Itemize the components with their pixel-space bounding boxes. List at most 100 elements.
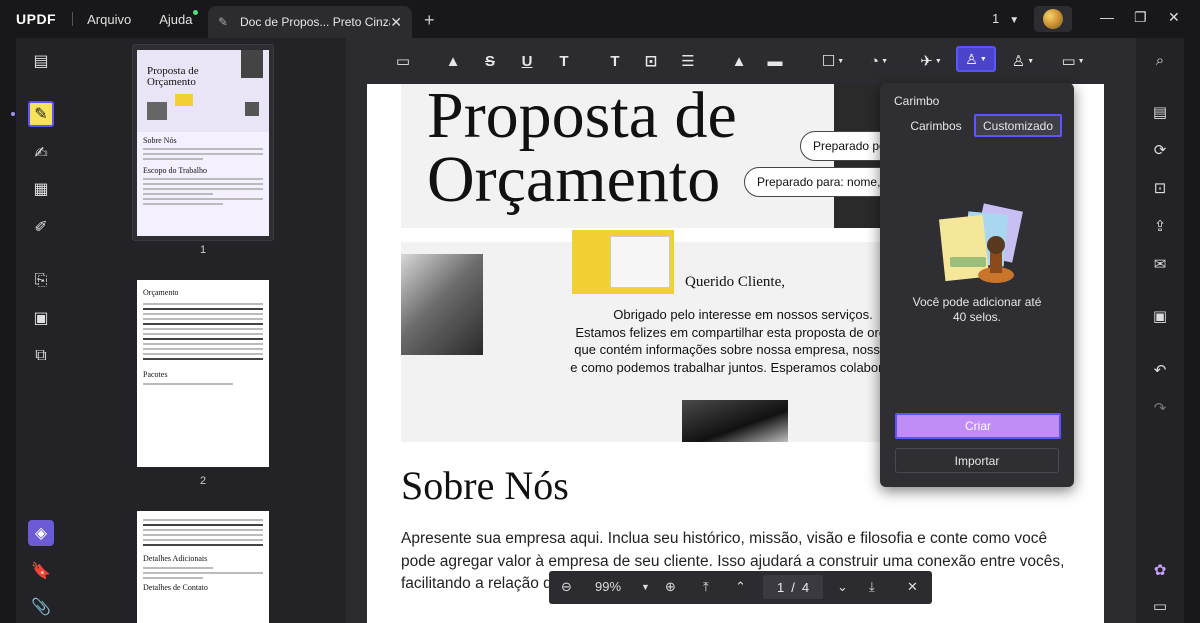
layers-icon[interactable]: ◈ <box>28 520 54 546</box>
last-page-icon[interactable]: ⤓ <box>869 579 875 595</box>
pin-icon[interactable]: ✈ ▼ <box>916 50 946 72</box>
minimize-button[interactable]: — <box>1100 9 1114 25</box>
undo-icon[interactable]: ↶ <box>1148 358 1172 382</box>
thumbnail-page-1[interactable]: Proposta de Orçamento Sobre Nós Escopo d… <box>137 50 269 236</box>
stamp-tool-button[interactable]: ♙ ▼ <box>956 46 996 72</box>
underline-icon[interactable]: U <box>516 50 538 72</box>
close-nav-icon[interactable]: ✕ <box>907 579 918 595</box>
zoom-out-icon[interactable]: ⊖ <box>561 579 572 595</box>
thumbnail-section: Pacotes <box>143 370 168 379</box>
greeting[interactable]: Querido Cliente, <box>685 274 785 291</box>
stamp-illustration-icon <box>938 203 1023 283</box>
page-selector-value: 1 <box>992 11 1000 26</box>
thumbnail-page-3[interactable]: Detalhes Adicionais Detalhes de Contato <box>137 511 269 623</box>
thumbnail-text-line <box>143 328 263 330</box>
zoom-in-icon[interactable]: ⊕ <box>665 579 676 595</box>
redo-icon[interactable]: ↷ <box>1148 396 1172 420</box>
first-page-icon[interactable]: ⤒ <box>703 579 709 595</box>
comments-panel-icon[interactable]: ▭ <box>1148 594 1172 618</box>
highlight-icon[interactable]: ▲ <box>442 50 464 72</box>
document-edit-icon: ✎ <box>218 15 229 29</box>
screenshot-card <box>572 230 674 294</box>
thumbnail-photo <box>147 102 167 120</box>
text-comment-icon[interactable]: T <box>604 50 626 72</box>
page-selector[interactable]: 1 ▼ <box>992 11 1019 26</box>
next-page-icon[interactable]: ⌄ <box>837 579 848 595</box>
previous-page-icon[interactable]: ⌃ <box>735 579 746 595</box>
ocr-icon[interactable]: ▤ <box>1148 100 1172 124</box>
popup-title: Carimbo <box>894 94 940 108</box>
menu-arquivo[interactable]: Arquivo <box>87 12 131 27</box>
stamp-popup: Carimbo Carimbos Customizado Você pode a… <box>880 83 1074 487</box>
notification-dot <box>193 9 199 15</box>
pencil-icon[interactable]: ▲ <box>728 50 750 72</box>
zoom-level[interactable]: 99% <box>595 579 621 594</box>
page-number-field[interactable]: 1 / 4 <box>763 575 823 599</box>
crop-page-icon[interactable]: ▣ <box>28 305 54 331</box>
laptop-photo <box>682 400 788 442</box>
text-box-icon[interactable]: ⊡ <box>640 50 662 72</box>
title-bar: UPDF Arquivo Ajuda <box>0 0 1200 38</box>
restore-button[interactable]: ❐ <box>1134 9 1147 26</box>
squiggly-icon[interactable]: T <box>553 50 575 72</box>
share-icon[interactable]: ⇪ <box>1148 214 1172 238</box>
thumbnail-text-line <box>143 567 213 569</box>
right-sidebar: ⌕ ▤ ⟳ ⊡ ⇪ ✉ ▣ ↶ ↷ ✿ ▭ <box>1136 38 1184 623</box>
close-tab-icon[interactable]: ✕ <box>390 14 402 31</box>
thumbnail-text-line <box>143 529 263 531</box>
thumbnail-photo <box>245 102 259 116</box>
edit-pdf-icon[interactable]: ✍ <box>28 140 54 166</box>
thumbnail-text-line <box>143 519 263 521</box>
thumbnail-text-line <box>143 318 263 320</box>
thumbnail-rule <box>143 323 263 325</box>
total-pages: 4 <box>801 579 810 595</box>
import-stamp-button[interactable]: Importar <box>895 448 1059 473</box>
menu-ajuda[interactable]: Ajuda <box>159 9 199 27</box>
page-separator: / <box>791 579 795 595</box>
eraser-icon[interactable]: ▬ <box>764 50 786 72</box>
zoom-dropdown-icon[interactable]: ▼ <box>641 582 650 592</box>
search-icon[interactable]: ⌕ <box>1148 48 1172 72</box>
convert-icon[interactable]: ⎘ <box>28 268 54 294</box>
organize-pages-icon[interactable]: ▦ <box>28 176 54 202</box>
close-window-button[interactable]: ✕ <box>1168 9 1180 26</box>
fill-sign-icon[interactable]: ✐ <box>28 214 54 240</box>
thumbnail-text-line <box>143 572 263 574</box>
tab-stamps[interactable]: Carimbos <box>896 114 976 137</box>
protect-icon[interactable]: ⊡ <box>1148 176 1172 200</box>
divider <box>72 12 74 26</box>
thumbnail-rule <box>143 358 263 360</box>
intro-text[interactable]: Obrigado pelo interesse em nossos serviç… <box>553 306 933 376</box>
redact-icon[interactable]: ⧉ <box>28 343 54 369</box>
thumbnail-text-line <box>143 193 213 195</box>
thumbnail-page-number: 2 <box>199 475 207 487</box>
email-icon[interactable]: ✉ <box>1148 252 1172 276</box>
comment-mode-icon[interactable]: ✎ <box>28 101 54 127</box>
comment-toolbar: ▭ ▲ S U T T ⊡ ☰ ▲ ▬ ☐ ▼ ◔ ▼ ✈ ▼ ♙ ▼ ♙ ▼ ▭ ▼ <box>346 38 1136 84</box>
app-window: UPDF Arquivo Ajuda ✎ Doc de Propos... Pr… <box>0 0 1200 623</box>
attachment-icon[interactable]: 📎 <box>28 594 54 620</box>
thumbnail-section: Detalhes de Contato <box>143 583 208 592</box>
bookmark-icon[interactable]: 🔖 <box>28 558 54 584</box>
about-title[interactable]: Sobre Nós <box>401 462 569 509</box>
sticker-icon[interactable]: ◔ ▼ <box>864 50 894 72</box>
text-callout-icon[interactable]: ☰ <box>677 50 699 72</box>
note-icon[interactable]: ▭ <box>392 50 414 72</box>
shape-icon[interactable]: ☐ ▼ <box>818 50 848 72</box>
convert-file-icon[interactable]: ⟳ <box>1148 138 1172 162</box>
strikethrough-icon[interactable]: S <box>479 50 501 72</box>
save-icon[interactable]: ▣ <box>1148 304 1172 328</box>
document-tab[interactable]: ✎ Doc de Propos... Preto Cinza* ✕ <box>208 6 412 38</box>
tab-custom[interactable]: Customizado <box>974 114 1062 137</box>
ai-assistant-icon[interactable]: ✿ <box>1148 558 1172 582</box>
thumbnail-text-line <box>143 343 263 345</box>
thumbnail-title: Orçamento <box>143 288 179 297</box>
thumbnail-page-2[interactable]: Orçamento Pacotes <box>137 280 269 467</box>
avatar[interactable] <box>1034 6 1072 32</box>
create-stamp-button[interactable]: Criar <box>895 413 1061 439</box>
thumbnail-text-line <box>143 148 263 150</box>
signature-icon[interactable]: ♙ ▼ <box>1008 50 1038 72</box>
reader-mode-icon[interactable]: ▤ <box>28 48 54 74</box>
new-tab-button[interactable]: + <box>424 10 435 31</box>
measure-icon[interactable]: ▭ ▼ <box>1056 50 1090 72</box>
